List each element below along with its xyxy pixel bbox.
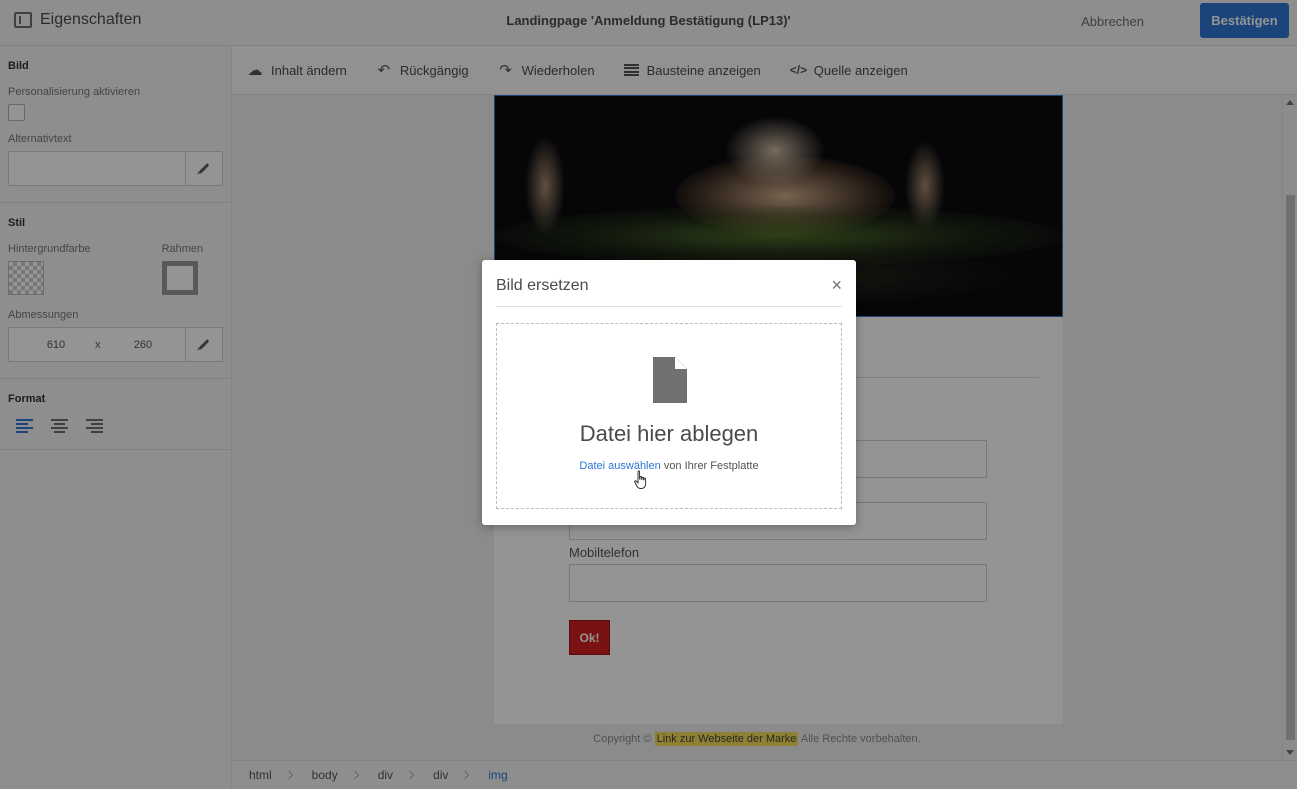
file-dropzone[interactable]: Datei hier ablegen Datei auswählen von I… — [496, 323, 842, 509]
replace-image-dialog: Bild ersetzen × Datei hier ablegen Datei… — [482, 260, 856, 525]
close-icon[interactable]: × — [831, 276, 842, 294]
choose-file-link[interactable]: Datei auswählen — [579, 460, 660, 472]
file-icon — [653, 357, 687, 403]
hand-cursor-icon — [634, 470, 647, 489]
dropzone-subtitle: Datei auswählen von Ihrer Festplatte — [497, 460, 841, 472]
dropzone-title: Datei hier ablegen — [579, 421, 759, 446]
dialog-divider — [496, 306, 842, 307]
choose-file-suffix: von Ihrer Festplatte — [663, 460, 759, 472]
dialog-title: Bild ersetzen — [496, 277, 589, 294]
